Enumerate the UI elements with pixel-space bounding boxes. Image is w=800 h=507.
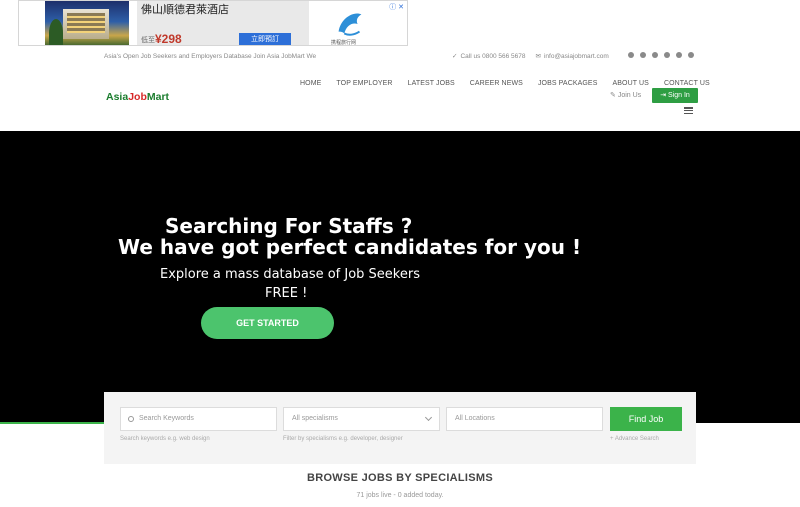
nav-top-employer[interactable]: TOP EMPLOYER: [336, 80, 392, 87]
nav-about-us[interactable]: ABOUT US: [612, 80, 648, 87]
site-logo[interactable]: AsiaJobMart: [106, 91, 169, 103]
nav-home[interactable]: HOME: [300, 80, 321, 87]
instagram-icon[interactable]: [688, 52, 694, 58]
hero-accent-line: [0, 422, 104, 424]
jobs-live-count: 71 jobs live - 0 added today.: [356, 492, 444, 499]
ad-price: ¥298: [155, 32, 182, 46]
hamburger-menu-icon[interactable]: [684, 107, 693, 114]
logo-part-asia: Asia: [106, 91, 129, 103]
hero-heading-line2: We have got perfect candidates for you !: [118, 235, 582, 259]
ad-logo-text: 携程旅行网: [331, 40, 357, 46]
browse-specialisms-heading: BROWSE JOBS BY SPECIALISMS: [306, 472, 494, 484]
phone-contact[interactable]: ✓ Call us 0800 566 5678: [452, 52, 526, 61]
join-us-link[interactable]: ✎ Join Us: [610, 91, 641, 99]
search-icon: [128, 416, 134, 422]
main-nav: HOME TOP EMPLOYER LATEST JOBS CAREER NEW…: [300, 80, 710, 87]
get-started-button[interactable]: GET STARTED: [201, 307, 334, 339]
phone-text: Call us 0800 566 5678: [460, 52, 526, 60]
nav-latest-jobs[interactable]: LATEST JOBS: [408, 80, 455, 87]
linkedin-icon[interactable]: [676, 52, 682, 58]
hero-subtext-line1: Explore a mass database of Job Seekers: [160, 267, 420, 282]
ad-book-button[interactable]: 立即預訂: [239, 33, 291, 45]
locations-input[interactable]: All Locations: [446, 407, 603, 431]
hero-subtext-line2: FREE !: [265, 286, 308, 301]
sign-in-icon: ⇥: [660, 92, 667, 99]
site-tagline: Asia's Open Job Seekers and Employers Da…: [104, 53, 317, 60]
pinterest-icon[interactable]: [664, 52, 670, 58]
hotel-photo: [45, 1, 129, 45]
logo-part-job: Job: [128, 91, 147, 103]
check-icon: ✓: [452, 53, 458, 60]
advance-search-link[interactable]: + Advance Search: [610, 436, 659, 442]
locations-placeholder: All Locations: [455, 415, 495, 422]
chevron-down-icon: [424, 413, 433, 422]
contact-info: ✓ Call us 0800 566 5678 ✉ info@asiajobma…: [452, 52, 609, 61]
facebook-icon[interactable]: [628, 52, 634, 58]
ad-banner[interactable]: 佛山順德君萊酒店 低至 ¥298 立即預訂 携程旅行网 ⓘ ✕: [18, 0, 408, 46]
social-links: [628, 52, 694, 58]
dolphin-logo-icon: [338, 13, 362, 36]
envelope-icon: ✉: [535, 53, 541, 60]
pencil-icon: ✎: [610, 92, 616, 99]
keywords-placeholder: Search Keywords: [139, 415, 194, 422]
ad-title: 佛山順德君萊酒店: [141, 4, 229, 16]
sign-in-button[interactable]: ⇥ Sign In: [652, 88, 698, 103]
sign-in-label: Sign In: [668, 92, 690, 99]
twitter-icon[interactable]: [640, 52, 646, 58]
nav-contact-us[interactable]: CONTACT US: [664, 80, 710, 87]
specialisms-hint: Filter by specialisms e.g. developer, de…: [283, 436, 403, 442]
specialisms-value: All specialisms: [292, 415, 338, 422]
email-text: info@asiajobmart.com: [543, 52, 609, 60]
google-plus-icon[interactable]: [652, 52, 658, 58]
specialisms-select[interactable]: All specialisms: [283, 407, 440, 431]
keywords-input[interactable]: Search Keywords: [120, 407, 277, 431]
join-us-label: Join Us: [617, 92, 642, 99]
ad-price-prefix: 低至: [141, 37, 155, 44]
nav-career-news[interactable]: CAREER NEWS: [470, 80, 523, 87]
find-job-button[interactable]: Find Job: [610, 407, 682, 431]
keywords-hint: Search keywords e.g. web design: [120, 436, 210, 442]
logo-part-mart: Mart: [146, 91, 170, 103]
ad-close-icon[interactable]: ⓘ ✕: [389, 2, 404, 12]
email-contact[interactable]: ✉ info@asiajobmart.com: [535, 52, 609, 61]
nav-jobs-packages[interactable]: JOBS PACKAGES: [538, 80, 598, 87]
